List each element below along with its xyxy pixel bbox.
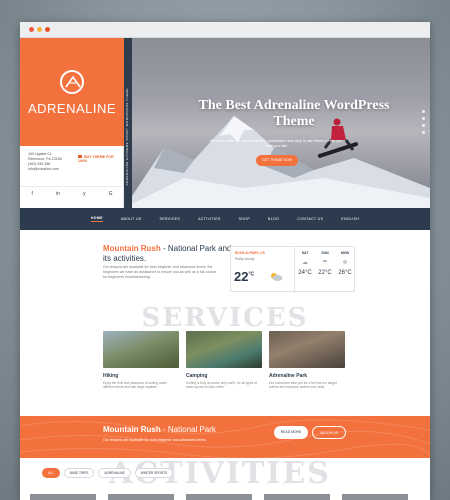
social-links: f in y G [20, 186, 124, 200]
close-window-button[interactable] [29, 27, 34, 32]
service-title: Hiking [103, 373, 119, 379]
snow-icon: ❄ [342, 260, 348, 266]
partly-cloudy-icon [271, 273, 283, 281]
slider-dots [422, 110, 425, 134]
rain-icon: ☂ [322, 260, 328, 266]
adrenaline-park-image [269, 331, 345, 368]
service-text: Enjoy the thrill and pleasures of surfin… [103, 381, 167, 390]
buy-theme-label: BUY THEME FOR 100% [78, 155, 114, 163]
buy-theme-link[interactable]: BUY THEME FOR 100% [78, 155, 123, 163]
service-text: Surfing is truly an active only worth, f… [186, 381, 257, 390]
intro-title: Mountain Rush - National Park and its ac… [103, 244, 233, 264]
side-strip-text: ADRENALINE EXTREME SPORT WORDPRESS THEME [125, 88, 129, 186]
forecast-day: MON ❄ 26°C [335, 251, 355, 276]
logo-text[interactable]: ADRENALINE [20, 101, 124, 116]
nav-activities[interactable]: ACTIVITIES [198, 217, 221, 221]
side-strip: ADRENALINE EXTREME SPORT WORDPRESS THEME [124, 38, 132, 208]
topographic-pattern [20, 419, 430, 458]
weather-temp-unit: °C [248, 271, 255, 278]
forecast-day: SAT ☁ 24°C [295, 251, 315, 276]
slider-dot[interactable] [422, 131, 425, 134]
filter-all[interactable]: ALL [42, 468, 60, 478]
weather-today: RUSH ALPINES, US Partly cloudy 22°C [231, 247, 295, 293]
service-title: Camping [186, 373, 208, 379]
forecast-day: SUN ☂ 22°C [315, 251, 335, 276]
slider-dot[interactable] [422, 110, 425, 113]
weather-widget: RUSH ALPINES, US Partly cloudy 22°C SAT ☁… [230, 246, 355, 293]
service-card[interactable]: Hiking Enjoy the thrill and pleasures of… [103, 331, 179, 390]
mountain-logo-icon [60, 70, 84, 94]
weather-location: RUSH ALPINES, US [235, 251, 265, 255]
logo-panel: ADRENALINE [20, 38, 124, 146]
main-nav: HOME ABOUT US SERVICES ACTIVITIES SHOP B… [20, 208, 430, 230]
nav-language[interactable]: ENGLISH [341, 217, 359, 221]
nav-shop[interactable]: SHOP [239, 217, 250, 221]
weather-temp-value: 22 [234, 269, 249, 284]
read-more-button[interactable]: READ MORE [274, 426, 308, 439]
browser-window: ADRENALINE 160 Ugalde Ct. Richmond, Pa 2… [20, 22, 430, 500]
activity-thumbnail[interactable] [264, 494, 330, 500]
nav-about[interactable]: ABOUT US [121, 217, 142, 221]
camping-image [186, 331, 262, 368]
forecast-day-name: SAT [301, 251, 309, 255]
weather-temperature: 22°C [234, 269, 254, 284]
nav-services[interactable]: SERVICES [160, 217, 181, 221]
activity-filters: ALL BASE TRIPS ADRENALINE WINTER SPORTS [42, 468, 174, 478]
services-heading: SERVICES [141, 303, 309, 333]
nav-blog[interactable]: BLOG [268, 217, 279, 221]
slider-dot[interactable] [422, 117, 425, 120]
get-theme-button[interactable]: GET THEME NOW [256, 155, 298, 166]
activity-thumbnail[interactable] [342, 494, 408, 500]
forecast-day-name: SUN [321, 251, 329, 255]
facebook-icon[interactable]: f [32, 191, 33, 197]
hiking-image [103, 331, 179, 368]
service-title: Adrenaline Park [269, 373, 308, 379]
band-text: Our lessons are available for both begin… [103, 438, 207, 442]
activity-thumbnail[interactable] [186, 494, 252, 500]
band-title-rest: - National Park [160, 425, 216, 434]
slider-dot[interactable] [422, 124, 425, 127]
contact-box: 160 Ugalde Ct. Richmond, Pa 23156 (463) … [20, 146, 124, 208]
contact-address: 160 Ugalde Ct. Richmond, Pa 23156 (463) … [28, 152, 62, 172]
maximize-window-button[interactable] [45, 27, 50, 32]
activity-thumbnail[interactable] [108, 494, 174, 500]
forecast-day-name: MON [341, 251, 349, 255]
hero-section: ADRENALINE 160 Ugalde Ct. Richmond, Pa 2… [20, 38, 430, 208]
youtube-icon[interactable]: y [83, 191, 86, 197]
email-link[interactable]: info@ironaline.com [28, 167, 62, 172]
cart-icon [78, 155, 82, 158]
hero-image: ADRENALINE EXTREME SPORT WORDPRESS THEME… [124, 38, 430, 208]
intro-title-bold: Mountain Rush [103, 244, 161, 253]
weather-condition: Partly cloudy [235, 257, 255, 261]
intro-text: Our lessons are available for both begin… [103, 265, 217, 279]
nav-home[interactable]: HOME [90, 216, 103, 222]
hero-subtitle: We have made the most advanced, comforta… [209, 139, 343, 148]
service-card[interactable]: Camping Surfing is truly an active only … [186, 331, 262, 390]
activity-thumbnails [30, 494, 408, 500]
forecast-temp: 26°C [338, 270, 352, 276]
forecast-temp: 24°C [298, 270, 312, 276]
service-text: Our instructors take you for a fun first… [269, 381, 337, 390]
forecast-temp: 22°C [318, 270, 332, 276]
filter-base-trips[interactable]: BASE TRIPS [63, 468, 95, 478]
minimize-window-button[interactable] [37, 27, 42, 32]
nav-contact[interactable]: CONTACT US [297, 217, 323, 221]
filter-winter-sports[interactable]: WINTER SPORTS [134, 468, 174, 478]
filter-adrenaline[interactable]: ADRENALINE [98, 468, 131, 478]
hero-title: The Best Adrenaline WordPress Theme [198, 98, 390, 129]
google-plus-icon[interactable]: G [109, 191, 113, 197]
cloud-icon: ☁ [302, 260, 308, 266]
browser-titlebar [20, 22, 430, 38]
linkedin-icon[interactable]: in [56, 191, 60, 197]
service-card[interactable]: Adrenaline Park Our instructors take you… [269, 331, 345, 390]
watch-us-button[interactable]: WATCH US [312, 426, 346, 439]
band-title: Mountain Rush - National Park [103, 425, 216, 434]
band-title-bold: Mountain Rush [103, 425, 161, 434]
promo-band: Mountain Rush - National Park Our lesson… [20, 416, 430, 458]
activity-thumbnail[interactable] [30, 494, 96, 500]
